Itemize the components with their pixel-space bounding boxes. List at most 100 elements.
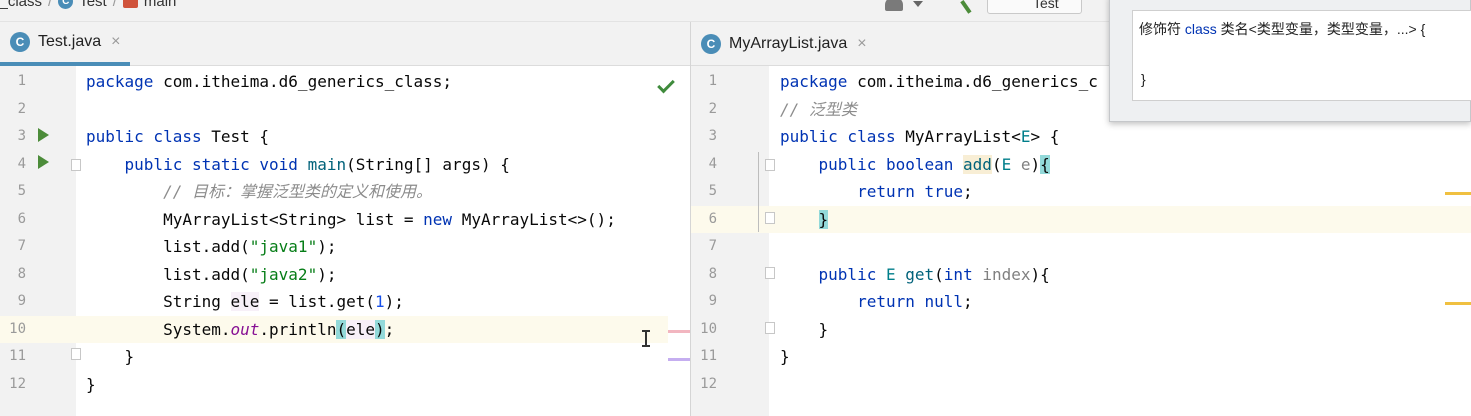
line-number: 4: [708, 155, 717, 172]
code-text[interactable]: public class MyArrayList<E> {: [780, 123, 1059, 151]
code-line[interactable]: 10 }: [691, 316, 1471, 344]
breadcrumb-separator: /: [112, 0, 117, 10]
line-number: 12: [700, 375, 717, 392]
class-icon: C: [58, 0, 74, 9]
syntax-prefix: 修饰符: [1139, 21, 1185, 37]
code-line[interactable]: 4 public boolean add(E e){: [691, 151, 1471, 179]
line-number: 7: [708, 238, 717, 254]
code-text[interactable]: String ele = list.get(1);: [86, 288, 404, 316]
code-line[interactable]: 7 list.add("java1");: [0, 233, 690, 261]
code-line[interactable]: 11}: [691, 343, 1471, 371]
line-number: 8: [708, 265, 717, 282]
scrollbar-warning-marker[interactable]: [1445, 192, 1471, 195]
scrollbar-usage-marker[interactable]: [668, 358, 690, 361]
toolbar: Test: [885, 0, 1082, 14]
close-icon[interactable]: ×: [857, 35, 866, 53]
code-line[interactable]: 8 list.add("java2");: [0, 261, 690, 289]
run-configuration-selector[interactable]: Test: [987, 0, 1082, 14]
code-line[interactable]: 6 MyArrayList<String> list = new MyArray…: [0, 206, 690, 234]
code-line[interactable]: 2: [0, 96, 690, 124]
code-line[interactable]: 11 }: [0, 343, 690, 371]
scrollbar-warning-marker[interactable]: [1445, 302, 1471, 305]
documentation-content: 修饰符 class 类名<类型变量，类型变量，...> { }: [1132, 10, 1471, 101]
quick-documentation-popup[interactable]: 修饰符 class 类名<类型变量，类型变量，...> { }: [1109, 0, 1471, 122]
code-text[interactable]: }: [86, 343, 135, 371]
line-number: 4: [17, 155, 26, 172]
code-line[interactable]: 1 package com.itheima.d6_generics_class;: [0, 68, 690, 96]
code-line[interactable]: 9 String ele = list.get(1);: [0, 288, 690, 316]
line-number: 1: [708, 73, 717, 89]
code-text[interactable]: package com.itheima.d6_generics_class;: [86, 68, 452, 96]
fold-marker-icon[interactable]: [765, 159, 775, 171]
code-line[interactable]: 4 public static void main(String[] args)…: [0, 151, 690, 179]
code-text[interactable]: public boolean add(E e){: [780, 151, 1050, 179]
code-line[interactable]: 10 System.out.println(ele);: [0, 315, 690, 344]
syntax-closing-brace: }: [1141, 71, 1146, 87]
code-line[interactable]: 6 }: [691, 205, 1471, 234]
line-number: 10: [700, 320, 717, 337]
line-number: 5: [708, 183, 717, 199]
syntax-keyword: class: [1184, 21, 1217, 37]
line-number: 3: [708, 128, 717, 144]
breadcrumb-item-class[interactable]: Test: [79, 0, 107, 10]
code-line[interactable]: 12}: [0, 371, 690, 399]
code-line[interactable]: 7: [691, 233, 1471, 261]
code-line[interactable]: 8 public E get(int index){: [691, 261, 1471, 289]
code-text[interactable]: return true;: [780, 178, 973, 206]
fold-marker-icon[interactable]: [71, 348, 81, 360]
code-text[interactable]: package com.itheima.d6_generics_c: [780, 68, 1098, 96]
code-text[interactable]: }: [780, 206, 829, 234]
line-number: 7: [17, 238, 26, 254]
line-number: 3: [17, 128, 26, 144]
run-main-icon[interactable]: [38, 155, 49, 169]
line-number: 9: [708, 293, 717, 309]
chevron-down-icon[interactable]: [913, 1, 923, 7]
line-number: 8: [17, 265, 26, 282]
breadcrumb-item-package[interactable]: s_class: [0, 0, 42, 10]
line-number: 12: [9, 375, 26, 392]
fold-marker-icon[interactable]: [765, 267, 775, 279]
code-text[interactable]: list.add("java1");: [86, 233, 336, 261]
code-text[interactable]: list.add("java2");: [86, 261, 336, 289]
text-cursor-icon: [642, 330, 654, 347]
build-hammer-icon[interactable]: [960, 0, 980, 14]
code-text[interactable]: public E get(int index){: [780, 261, 1050, 289]
line-number: 9: [17, 293, 26, 309]
code-text[interactable]: }: [780, 316, 829, 344]
code-text[interactable]: public static void main(String[] args) {: [86, 151, 510, 179]
code-text[interactable]: }: [780, 343, 790, 371]
fold-marker-icon[interactable]: [71, 159, 81, 171]
fold-marker-icon[interactable]: [765, 212, 775, 224]
code-text[interactable]: // 目标：掌握泛型类的定义和使用。: [86, 178, 432, 206]
line-number: 10: [9, 320, 26, 337]
user-icon[interactable]: [885, 0, 903, 11]
tab-test-java[interactable]: C Test.java ×: [0, 22, 131, 66]
line-number: 2: [17, 100, 26, 117]
line-number: 6: [17, 210, 26, 227]
fold-marker-icon[interactable]: [765, 322, 775, 334]
class-file-icon: C: [10, 32, 30, 52]
method-scope-bar: [758, 152, 759, 232]
line-number: 1: [17, 73, 26, 89]
code-line[interactable]: 9 return null;: [691, 288, 1471, 316]
breadcrumb-item-method[interactable]: main: [144, 0, 177, 10]
scrollbar-error-marker[interactable]: [668, 330, 690, 333]
code-line[interactable]: 3 public class MyArrayList<E> {: [691, 123, 1471, 151]
code-line[interactable]: 5 // 目标：掌握泛型类的定义和使用。: [0, 178, 690, 206]
tab-myarraylist-java[interactable]: C MyArrayList.java ×: [691, 22, 877, 66]
code-line[interactable]: 3 public class Test {: [0, 123, 690, 151]
line-number: 11: [9, 348, 26, 364]
code-text[interactable]: return null;: [780, 288, 973, 316]
code-text[interactable]: // 泛型类: [780, 96, 857, 124]
class-file-icon: C: [701, 34, 721, 54]
code-line[interactable]: 12: [691, 371, 1471, 399]
code-text[interactable]: public class Test {: [86, 123, 269, 151]
code-line[interactable]: 5 return true;: [691, 178, 1471, 206]
close-icon[interactable]: ×: [111, 33, 120, 51]
run-class-icon[interactable]: [38, 128, 49, 142]
code-text[interactable]: }: [86, 371, 96, 399]
editor-test-java[interactable]: C Test.java × 1 package com.itheima.d6_ge…: [0, 22, 690, 416]
code-text[interactable]: System.out.println(ele);: [86, 316, 394, 344]
line-number: 11: [700, 348, 717, 364]
code-text[interactable]: MyArrayList<String> list = new MyArrayLi…: [86, 206, 616, 234]
